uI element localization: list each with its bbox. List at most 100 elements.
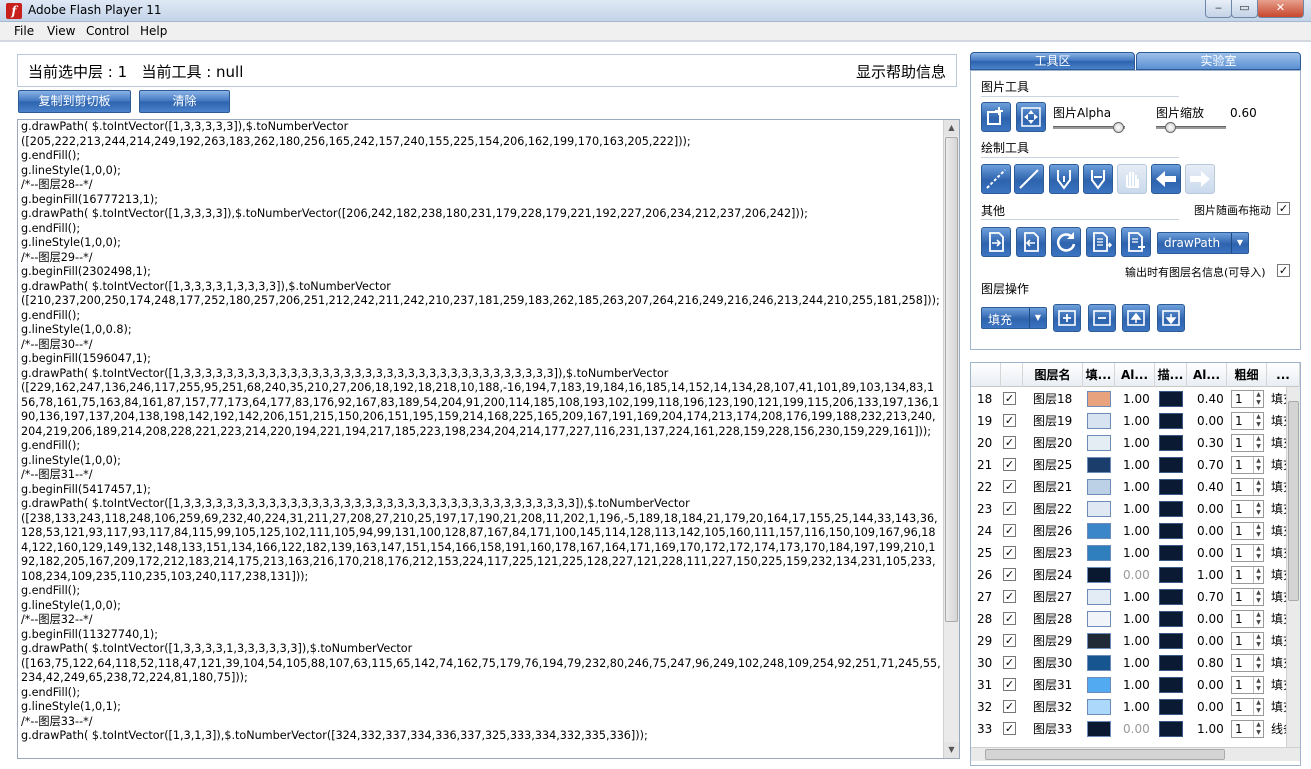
stroke-color-swatch[interactable] <box>1159 457 1183 473</box>
fill-alpha[interactable]: 1.00 <box>1123 608 1155 630</box>
table-row[interactable]: 27 ✓ 图层27 1.00 0.70 1 ▲▼ 填充 <box>971 586 1286 608</box>
pen-remove-tool-button[interactable] <box>1083 164 1113 194</box>
fill-alpha[interactable]: 1.00 <box>1123 388 1155 410</box>
col-fill[interactable]: 填... <box>1083 363 1115 387</box>
fill-color-swatch[interactable] <box>1087 435 1111 451</box>
layer-visible-checkbox[interactable]: ✓ <box>1003 502 1016 515</box>
pen-add-tool-button[interactable] <box>1049 164 1079 194</box>
thickness-stepper[interactable]: 1 ▲ ▼ <box>1231 434 1264 452</box>
export-names-checkbox[interactable]: ✓ <box>1277 264 1290 277</box>
stroke-alpha[interactable]: 0.00 <box>1197 498 1227 520</box>
layer-mode[interactable]: 填充 <box>1271 432 1286 454</box>
thickness-stepper[interactable]: 1 ▲ ▼ <box>1231 390 1264 408</box>
layer-visible-checkbox[interactable]: ✓ <box>1003 678 1016 691</box>
layer-name[interactable]: 图层26 <box>1033 520 1083 542</box>
close-button[interactable]: ✕ <box>1257 0 1304 18</box>
layer-mode[interactable]: 填充 <box>1271 652 1286 674</box>
menu-file[interactable]: File <box>14 24 34 38</box>
image-alpha-knob[interactable] <box>1112 122 1124 133</box>
table-row[interactable]: 25 ✓ 图层23 1.00 0.00 1 ▲▼ 填充 <box>971 542 1286 564</box>
thickness-stepper[interactable]: 1 ▲ ▼ <box>1231 544 1264 562</box>
stroke-color-swatch[interactable] <box>1159 435 1183 451</box>
dashed-line-tool-button[interactable] <box>981 164 1011 194</box>
col-more[interactable]: ... <box>1267 363 1300 387</box>
layer-mode[interactable]: 填充 <box>1271 520 1286 542</box>
thickness-stepper[interactable]: 1 ▲ ▼ <box>1231 610 1264 628</box>
layer-name[interactable]: 图层28 <box>1033 608 1083 630</box>
layer-visible-checkbox[interactable]: ✓ <box>1003 480 1016 493</box>
stroke-color-swatch[interactable] <box>1159 391 1183 407</box>
layer-name[interactable]: 图层20 <box>1033 432 1083 454</box>
layer-name[interactable]: 图层18 <box>1033 388 1083 410</box>
stroke-color-swatch[interactable] <box>1159 501 1183 517</box>
table-row[interactable]: 21 ✓ 图层25 1.00 0.70 1 ▲▼ 填充 <box>971 454 1286 476</box>
layer-visible-checkbox[interactable]: ✓ <box>1003 436 1016 449</box>
stepper-arrows-icon[interactable]: ▲ ▼ <box>1253 435 1263 451</box>
table-hscroll[interactable] <box>971 747 1300 761</box>
layer-name[interactable]: 图层30 <box>1033 652 1083 674</box>
layer-name[interactable]: 图层32 <box>1033 696 1083 718</box>
layer-visible-checkbox[interactable]: ✓ <box>1003 634 1016 647</box>
layer-name[interactable]: 图层19 <box>1033 410 1083 432</box>
table-row[interactable]: 29 ✓ 图层29 1.00 0.00 1 ▲▼ 填充 <box>971 630 1286 652</box>
layer-name[interactable]: 图层31 <box>1033 674 1083 696</box>
thickness-stepper[interactable]: 1 ▲ ▼ <box>1231 698 1264 716</box>
stepper-arrows-icon[interactable]: ▲ ▼ <box>1253 545 1263 561</box>
layer-visible-checkbox[interactable]: ✓ <box>1003 568 1016 581</box>
table-row[interactable]: 33 ✓ 图层33 0.00 1.00 1 ▲▼ 线条 <box>971 718 1286 740</box>
table-row[interactable]: 30 ✓ 图层30 1.00 0.80 1 ▲▼ 填充 <box>971 652 1286 674</box>
import-button[interactable] <box>981 227 1011 257</box>
stroke-alpha[interactable]: 0.00 <box>1197 696 1227 718</box>
fill-color-swatch[interactable] <box>1087 633 1111 649</box>
redo-button[interactable] <box>1185 164 1215 194</box>
stroke-color-swatch[interactable] <box>1159 567 1183 583</box>
stepper-arrows-icon[interactable]: ▲ ▼ <box>1253 589 1263 605</box>
undo-button[interactable] <box>1151 164 1181 194</box>
menu-view[interactable]: View <box>47 24 75 38</box>
export-file-button[interactable] <box>1086 227 1116 257</box>
thickness-stepper[interactable]: 1 ▲ ▼ <box>1231 632 1264 650</box>
scroll-up-icon[interactable]: ▲ <box>944 120 959 136</box>
fill-alpha[interactable]: 1.00 <box>1123 432 1155 454</box>
thickness-stepper[interactable]: 1 ▲ ▼ <box>1231 522 1264 540</box>
export-button[interactable] <box>1016 227 1046 257</box>
fill-color-swatch[interactable] <box>1087 567 1111 583</box>
layer-visible-checkbox[interactable]: ✓ <box>1003 546 1016 559</box>
table-hscroll-thumb[interactable] <box>985 749 1225 760</box>
stroke-alpha[interactable]: 0.00 <box>1197 542 1227 564</box>
stroke-color-swatch[interactable] <box>1159 523 1183 539</box>
stepper-arrows-icon[interactable]: ▲ ▼ <box>1253 479 1263 495</box>
fill-alpha[interactable]: 1.00 <box>1123 696 1155 718</box>
layer-name[interactable]: 图层24 <box>1033 564 1083 586</box>
move-layer-up-button[interactable] <box>1122 304 1150 332</box>
tab-lab[interactable]: 实验室 <box>1136 52 1301 70</box>
stepper-arrows-icon[interactable]: ▲ ▼ <box>1253 611 1263 627</box>
image-scale-knob[interactable] <box>1165 122 1176 133</box>
layer-mode[interactable]: 填充 <box>1271 674 1286 696</box>
stroke-alpha[interactable]: 0.00 <box>1197 630 1227 652</box>
table-row[interactable]: 20 ✓ 图层20 1.00 0.30 1 ▲▼ 填充 <box>971 432 1286 454</box>
fill-mode-dropdown[interactable]: 填充 ▼ <box>981 307 1047 329</box>
layer-mode[interactable]: 填充 <box>1271 630 1286 652</box>
code-scrollbar[interactable]: ▲ ▼ <box>943 120 959 758</box>
table-row[interactable]: 23 ✓ 图层22 1.00 0.00 1 ▲▼ 填充 <box>971 498 1286 520</box>
draw-method-dropdown[interactable]: drawPath ▼ <box>1157 232 1249 254</box>
stroke-alpha[interactable]: 0.80 <box>1197 652 1227 674</box>
col-layer-name[interactable]: 图层名 <box>1023 363 1083 387</box>
stepper-arrows-icon[interactable]: ▲ ▼ <box>1253 501 1263 517</box>
table-vscroll-thumb[interactable] <box>1288 401 1299 601</box>
stroke-alpha[interactable]: 0.40 <box>1197 476 1227 498</box>
table-row[interactable]: 24 ✓ 图层26 1.00 0.00 1 ▲▼ 填充 <box>971 520 1286 542</box>
remove-layer-button[interactable] <box>1088 304 1116 332</box>
stepper-arrows-icon[interactable]: ▲ ▼ <box>1253 567 1263 583</box>
help-link[interactable]: 显示帮助信息 <box>856 61 946 82</box>
layer-name[interactable]: 图层33 <box>1033 718 1083 740</box>
layer-name[interactable]: 图层29 <box>1033 630 1083 652</box>
clear-button[interactable]: 清除 <box>139 90 230 113</box>
stroke-alpha[interactable]: 0.00 <box>1197 608 1227 630</box>
thickness-stepper[interactable]: 1 ▲ ▼ <box>1231 588 1264 606</box>
layer-mode[interactable]: 填充 <box>1271 476 1286 498</box>
layer-name[interactable]: 图层25 <box>1033 454 1083 476</box>
stroke-color-swatch[interactable] <box>1159 677 1183 693</box>
stepper-arrows-icon[interactable]: ▲ ▼ <box>1253 677 1263 693</box>
